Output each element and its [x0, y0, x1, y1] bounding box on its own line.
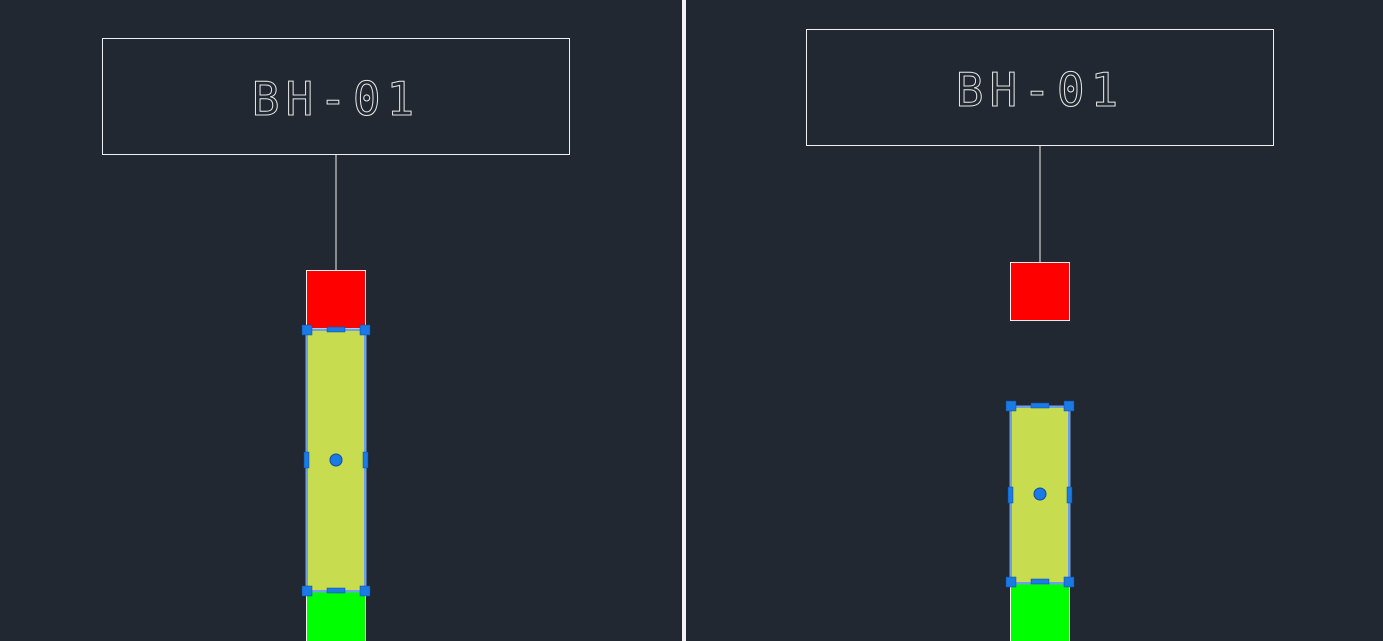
bottom-block-green[interactable] [306, 591, 366, 641]
top-block-red[interactable] [1010, 262, 1070, 321]
drawing-canvas-right[interactable]: BH-01 [686, 0, 1383, 641]
square-grip-icon[interactable] [301, 585, 313, 597]
midpoint-grip-icon[interactable] [1066, 486, 1073, 504]
square-grip-icon[interactable] [1005, 576, 1017, 588]
midpoint-grip-icon[interactable] [326, 587, 346, 594]
square-grip-icon[interactable] [1005, 400, 1017, 412]
square-grip-icon[interactable] [1063, 400, 1075, 412]
drawing-viewport-left[interactable]: BH-01 [0, 0, 682, 641]
square-grip-icon[interactable] [359, 585, 371, 597]
square-grip-icon[interactable] [359, 324, 371, 336]
square-grip-icon[interactable] [301, 324, 313, 336]
midpoint-grip-icon[interactable] [303, 451, 310, 469]
drawing-canvas-left[interactable]: BH-01 [0, 0, 682, 641]
midpoint-grip-icon[interactable] [1007, 486, 1014, 504]
square-grip-icon[interactable] [1063, 576, 1075, 588]
top-block-red[interactable] [306, 270, 366, 329]
bottom-block-green[interactable] [1010, 583, 1070, 641]
label-text: BH-01 [956, 63, 1124, 117]
circle-grip-icon[interactable] [1033, 487, 1047, 501]
circle-grip-icon[interactable] [329, 453, 343, 467]
midpoint-grip-icon[interactable] [1030, 578, 1050, 585]
midpoint-grip-icon[interactable] [326, 326, 346, 333]
midpoint-grip-icon[interactable] [362, 451, 369, 469]
drawing-viewport-right[interactable]: BH-01 [686, 0, 1383, 641]
label-text: BH-01 [252, 72, 420, 126]
midpoint-grip-icon[interactable] [1030, 402, 1050, 409]
